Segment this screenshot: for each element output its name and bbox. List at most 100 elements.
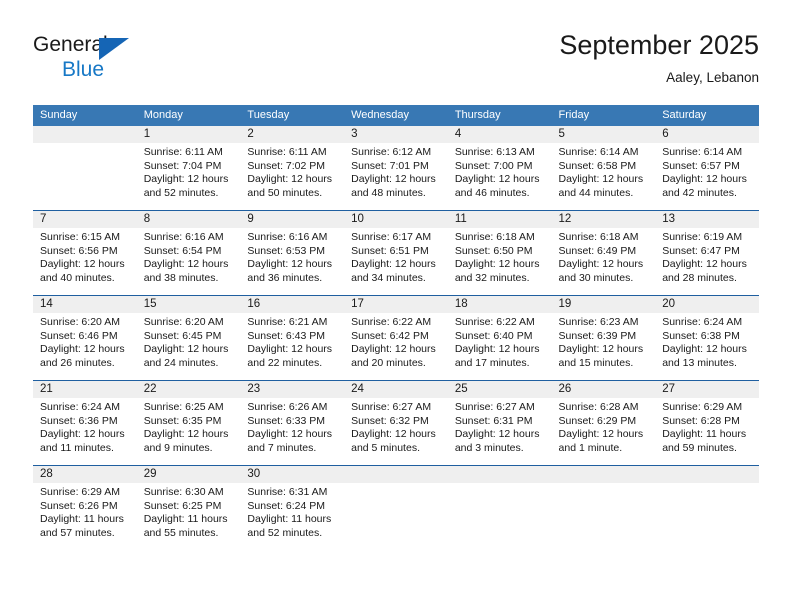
sunset-text: Sunset: 6:24 PM [247,499,326,512]
calendar-day-cell[interactable]: 5 Sunrise: 6:14 AM Sunset: 6:58 PM Daylight… [551,126,656,211]
daylight-text-line1: Daylight: 12 hours [143,173,229,186]
weekday-header-saturday: Saturday [655,105,759,126]
calendar-day-cell[interactable]: 2 Sunrise: 6:11 AM Sunset: 7:02 PM Daylight… [240,126,345,211]
daylight-text-line1: Daylight: 12 hours [247,428,333,441]
calendar-day-cell[interactable]: 26 Sunrise: 6:28 AM Sunset: 6:29 PM Dayligh… [551,380,656,466]
sunrise-text: Sunrise: 6:23 AM [558,316,639,328]
daylight-text-line2: and 28 minutes. [662,271,737,284]
sunrise-text: Sunrise: 6:15 AM [40,231,120,243]
sunrise-text: Sunrise: 6:12 AM [351,146,432,158]
calendar-day-cell[interactable]: 25 Sunrise: 6:27 AM Sunset: 6:31 PM Dayligh… [447,380,552,466]
day-number: 4 [447,126,552,143]
sunrise-text: Sunrise: 6:29 AM [662,401,743,413]
day-details: Sunrise: 6:11 AM Sunset: 7:02 PM Daylight:… [240,143,344,200]
day-cell-content: 14 Sunrise: 6:20 AM Sunset: 6:46 PM Dayligh… [33,296,137,380]
calendar-day-cell[interactable]: 9 Sunrise: 6:16 AM Sunset: 6:53 PM Daylight… [240,210,345,296]
calendar-day-cell[interactable]: 27 Sunrise: 6:29 AM Sunset: 6:28 PM Dayligh… [655,380,759,466]
day-cell-content: 16 Sunrise: 6:21 AM Sunset: 6:43 PM Dayligh… [240,296,345,380]
day-details: Sunrise: 6:20 AM Sunset: 6:45 PM Daylight:… [137,313,241,370]
day-number: 17 [344,296,448,313]
calendar-day-cell[interactable]: 14 Sunrise: 6:20 AM Sunset: 6:46 PM Dayligh… [33,295,137,381]
calendar-day-cell[interactable]: 12 Sunrise: 6:18 AM Sunset: 6:49 PM Dayligh… [551,210,656,296]
daylight-text-line1: Daylight: 12 hours [247,173,333,186]
calendar-day-cell[interactable]: 4 Sunrise: 6:13 AM Sunset: 7:00 PM Daylight… [447,126,552,211]
sunset-text: Sunset: 6:45 PM [143,329,222,342]
calendar-day-cell[interactable]: 19 Sunrise: 6:23 AM Sunset: 6:39 PM Dayligh… [551,295,656,381]
day-cell-content: 7 Sunrise: 6:15 AM Sunset: 6:56 PM Daylight… [33,211,137,295]
daylight-text-line2: and 34 minutes. [351,271,426,284]
day-cell-content: 21 Sunrise: 6:24 AM Sunset: 6:36 PM Dayligh… [33,381,137,465]
day-number: 27 [655,381,759,398]
day-details: Sunrise: 6:23 AM Sunset: 6:39 PM Daylight:… [552,313,656,370]
day-cell-content: 24 Sunrise: 6:27 AM Sunset: 6:32 PM Dayligh… [344,381,448,465]
day-number: 2 [240,126,345,143]
calendar-day-cell[interactable]: 8 Sunrise: 6:16 AM Sunset: 6:54 PM Daylight… [136,210,241,296]
daylight-text-line2: and 40 minutes. [40,271,115,284]
calendar-day-cell[interactable]: 28 Sunrise: 6:29 AM Sunset: 6:26 PM Dayligh… [33,465,137,550]
day-cell-content: 3 Sunrise: 6:12 AM Sunset: 7:01 PM Daylight… [344,126,448,210]
page-header: General Blue September 2025 Aaley, Leban… [0,0,792,104]
calendar-day-cell[interactable]: 23 Sunrise: 6:26 AM Sunset: 6:33 PM Dayligh… [240,380,345,466]
calendar-day-cell[interactable]: 18 Sunrise: 6:22 AM Sunset: 6:40 PM Dayligh… [447,295,552,381]
general-blue-logo[interactable]: General Blue [33,33,173,83]
calendar-day-cell[interactable]: 30 Sunrise: 6:31 AM Sunset: 6:24 PM Dayligh… [240,465,345,550]
day-number: 11 [447,211,552,228]
day-details: Sunrise: 6:27 AM Sunset: 6:31 PM Daylight:… [448,398,552,455]
day-details: Sunrise: 6:18 AM Sunset: 6:49 PM Daylight:… [552,228,656,285]
day-number: 8 [136,211,241,228]
calendar-body: 1 Sunrise: 6:11 AM Sunset: 7:04 PM Daylight… [33,126,759,550]
daylight-text-line2: and 3 minutes. [454,441,524,454]
calendar-container: Sunday Monday Tuesday Wednesday Thursday… [33,105,759,550]
sunrise-text: Sunrise: 6:26 AM [247,401,328,413]
calendar-day-cell[interactable]: 17 Sunrise: 6:22 AM Sunset: 6:42 PM Dayligh… [344,295,448,381]
logo-triangle-icon [99,38,129,60]
calendar-day-cell[interactable]: 3 Sunrise: 6:12 AM Sunset: 7:01 PM Daylight… [344,126,448,211]
calendar-day-cell[interactable]: 29 Sunrise: 6:30 AM Sunset: 6:25 PM Dayligh… [136,465,241,550]
daylight-text-line2: and 57 minutes. [40,526,115,539]
day-cell-content: 13 Sunrise: 6:19 AM Sunset: 6:47 PM Dayligh… [655,211,759,295]
calendar-day-cell[interactable]: 15 Sunrise: 6:20 AM Sunset: 6:45 PM Dayligh… [136,295,241,381]
calendar-day-cell[interactable]: 20 Sunrise: 6:24 AM Sunset: 6:38 PM Dayligh… [655,295,759,381]
day-details: Sunrise: 6:22 AM Sunset: 6:42 PM Daylight:… [344,313,448,370]
day-number: 29 [136,466,241,483]
sunset-text: Sunset: 7:02 PM [247,159,326,172]
calendar-day-cell[interactable]: 13 Sunrise: 6:19 AM Sunset: 6:47 PM Dayligh… [655,210,759,296]
day-cell-content: 9 Sunrise: 6:16 AM Sunset: 6:53 PM Daylight… [240,211,345,295]
calendar-day-cell[interactable]: 21 Sunrise: 6:24 AM Sunset: 6:36 PM Dayligh… [33,380,137,466]
sunrise-text: Sunrise: 6:21 AM [247,316,328,328]
calendar-day-cell[interactable]: 6 Sunrise: 6:14 AM Sunset: 6:57 PM Daylight… [655,126,759,211]
day-details: Sunrise: 6:20 AM Sunset: 6:46 PM Daylight:… [33,313,137,370]
calendar-day-cell[interactable]: 22 Sunrise: 6:25 AM Sunset: 6:35 PM Dayligh… [136,380,241,466]
day-cell-content [33,126,137,210]
day-details: Sunrise: 6:16 AM Sunset: 6:54 PM Daylight:… [137,228,241,285]
day-number: 25 [447,381,552,398]
sunrise-text: Sunrise: 6:31 AM [247,486,328,498]
sunset-text: Sunset: 6:32 PM [351,414,429,427]
daylight-text-line2: and 42 minutes. [662,186,737,199]
day-cell-content: 23 Sunrise: 6:26 AM Sunset: 6:33 PM Dayligh… [240,381,345,465]
day-details: Sunrise: 6:27 AM Sunset: 6:32 PM Daylight:… [344,398,448,455]
sunset-text: Sunset: 6:28 PM [662,414,740,427]
day-number [344,466,448,483]
day-details: Sunrise: 6:26 AM Sunset: 6:33 PM Daylight:… [240,398,344,455]
sunset-text: Sunset: 6:51 PM [351,244,429,257]
calendar-day-cell-empty [344,465,448,550]
calendar-day-cell[interactable]: 24 Sunrise: 6:27 AM Sunset: 6:32 PM Dayligh… [344,380,448,466]
logo-text-general: General [33,33,108,56]
day-cell-content: 4 Sunrise: 6:13 AM Sunset: 7:00 PM Daylight… [447,126,552,210]
sunset-text: Sunset: 7:00 PM [454,159,533,172]
calendar-week-row: 7 Sunrise: 6:15 AM Sunset: 6:56 PM Daylight… [33,210,759,296]
calendar-day-cell[interactable]: 11 Sunrise: 6:18 AM Sunset: 6:50 PM Dayligh… [447,210,552,296]
sunrise-text: Sunrise: 6:22 AM [351,316,432,328]
day-cell-content [344,466,448,550]
daylight-text-line2: and 13 minutes. [662,356,737,369]
calendar-day-cell[interactable]: 10 Sunrise: 6:17 AM Sunset: 6:51 PM Dayligh… [344,210,448,296]
day-number: 6 [655,126,759,143]
sunset-text: Sunset: 6:40 PM [454,329,533,342]
weekday-header-friday: Friday [551,105,656,126]
calendar-day-cell[interactable]: 1 Sunrise: 6:11 AM Sunset: 7:04 PM Daylight… [136,126,241,211]
calendar-page: General Blue September 2025 Aaley, Leban… [0,0,792,612]
calendar-day-cell[interactable]: 7 Sunrise: 6:15 AM Sunset: 6:56 PM Daylight… [33,210,137,296]
calendar-day-cell[interactable]: 16 Sunrise: 6:21 AM Sunset: 6:43 PM Dayligh… [240,295,345,381]
location-subtitle: Aaley, Lebanon [666,70,759,85]
